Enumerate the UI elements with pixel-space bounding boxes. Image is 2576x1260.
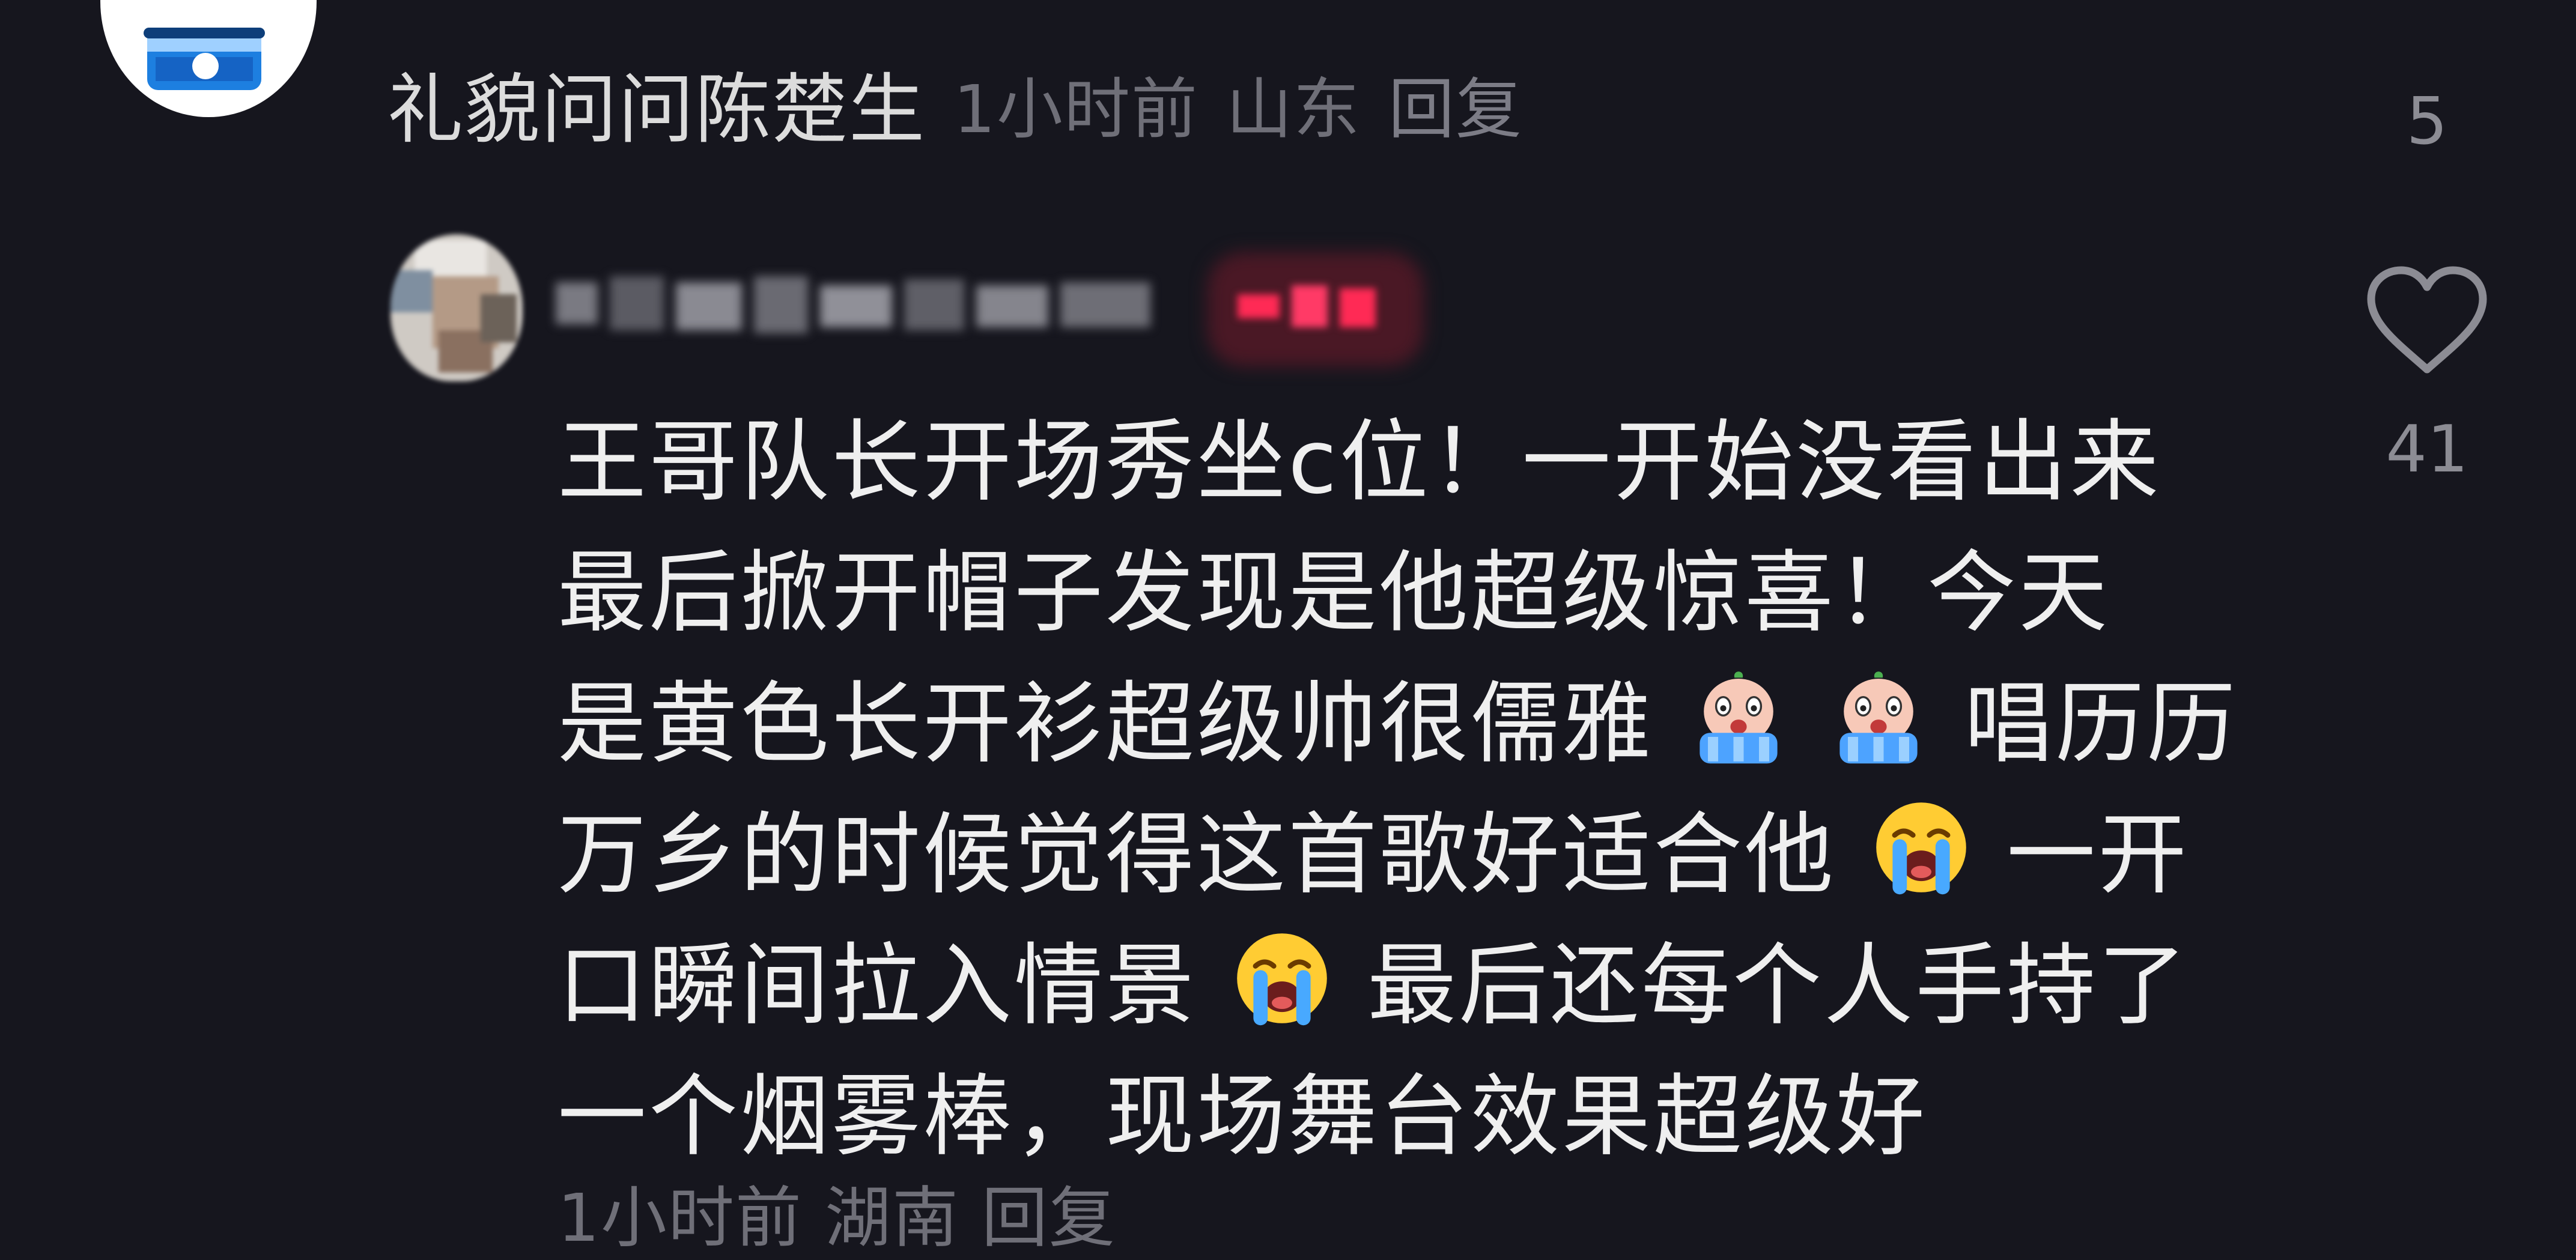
- top-comment-like-count: 5: [2406, 84, 2448, 159]
- reply-body-text: 口瞬间拉入情景: [557, 934, 1197, 1037]
- reply-body-text: 一个烟雾棒，现场舞台效果超级好: [557, 1065, 1927, 1168]
- top-comment-reply-button[interactable]: 回复: [1388, 55, 1523, 151]
- reply-body-line: 一个烟雾棒，现场舞台效果超级好: [557, 1051, 2240, 1182]
- reply-body-text: 一开: [2006, 803, 2190, 906]
- top-comment-time: 1小时前: [953, 71, 1198, 148]
- crying-baby-emoji-icon: [1700, 671, 1778, 764]
- top-comment-location: 山东: [1226, 71, 1361, 148]
- reply-body-text: 最后还每个人手持了: [1367, 934, 2190, 1037]
- heart-icon[interactable]: [2373, 0, 2481, 42]
- reply-body-line: 口瞬间拉入情景 最后还每个人手持了: [557, 920, 2240, 1051]
- heart-icon[interactable]: [2364, 264, 2490, 378]
- reply-body-line: 是黄色长开衫超级帅很儒雅 唱历历: [557, 658, 2240, 789]
- drum-avatar-icon: [144, 28, 265, 90]
- crying-baby-emoji-icon: [1839, 671, 1918, 764]
- reply-body-line: 万乡的时候觉得这首歌好适合他 一开: [557, 789, 2240, 920]
- reply-meta-row-partial: 1小时前 湖南 回复: [557, 1180, 1116, 1256]
- loudly-crying-face-icon: [1876, 802, 1966, 895]
- reply-avatar[interactable]: [390, 234, 523, 381]
- loudly-crying-face-icon: [1237, 933, 1327, 1026]
- reply-body-text: 唱历历: [1964, 672, 2238, 775]
- reply-body-text: 万乡的时候觉得这首歌好适合他: [557, 803, 1836, 906]
- reply-body-text: 是黄色长开衫超级帅很儒雅: [557, 672, 1653, 775]
- top-comment-avatar[interactable]: [100, 0, 317, 117]
- top-comment-meta-row: 礼貌问问陈楚生 1小时前 山东 回复: [387, 55, 1523, 154]
- reply-body-line: 王哥队长开场秀坐c位！一开始没看出来: [557, 396, 2240, 527]
- reply-like-count: 41: [2386, 412, 2468, 487]
- reply-body-line: 最后掀开帽子发现是他超级惊喜！今天: [557, 527, 2240, 658]
- reply-badge-core: [1238, 279, 1382, 333]
- reply-comment-body: 王哥队长开场秀坐c位！一开始没看出来 最后掀开帽子发现是他超级惊喜！今天 是黄色长开…: [557, 396, 2240, 1182]
- top-comment-username[interactable]: 礼貌问问陈楚生: [387, 49, 926, 158]
- reply-body-text: 最后掀开帽子发现是他超级惊喜！今天: [557, 541, 2110, 644]
- reply-body-text: 王哥队长开场秀坐c位！一开始没看出来: [557, 410, 2161, 513]
- reply-username-redacted: [556, 264, 1174, 348]
